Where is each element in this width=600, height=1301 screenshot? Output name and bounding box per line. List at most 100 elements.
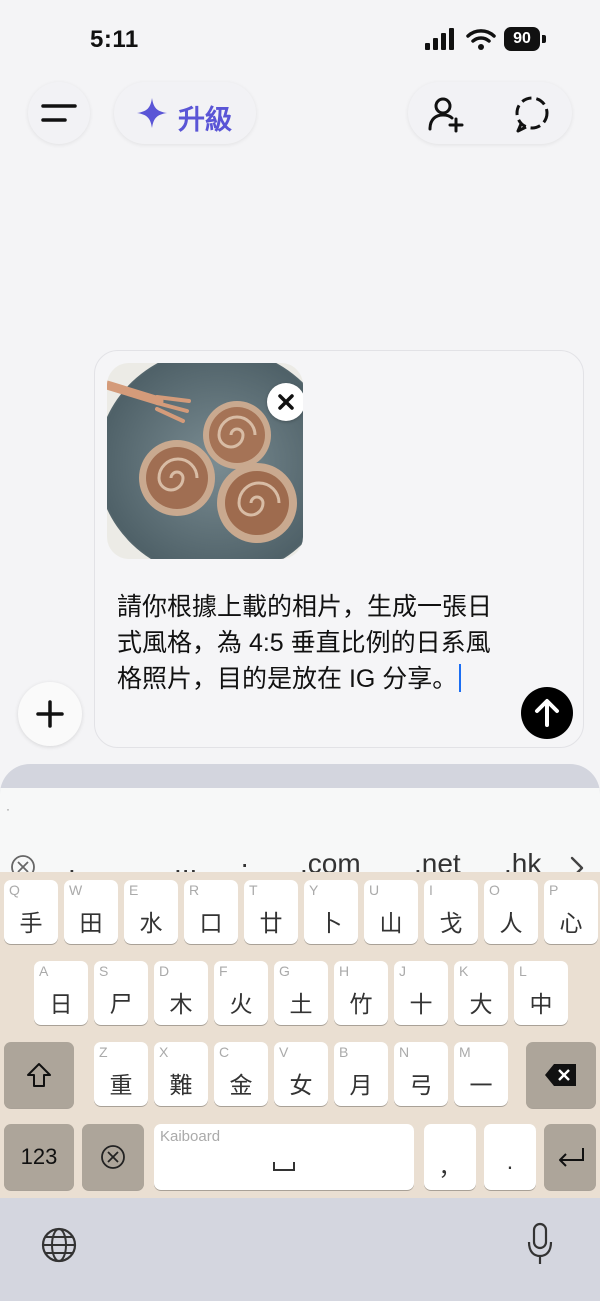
key-glyph: 中 [529, 991, 553, 1017]
period-key[interactable]: . [484, 1124, 536, 1190]
key-hint: D [159, 963, 170, 979]
key-glyph: 月 [349, 1072, 373, 1098]
keyboard-bottom-bar [0, 1198, 600, 1301]
status-bar: 5:11 90 [0, 0, 600, 80]
key-glyph: 木 [169, 991, 193, 1017]
key-l[interactable]: L中 [514, 961, 568, 1025]
key-hint: Q [9, 882, 20, 898]
close-icon [278, 394, 294, 410]
message-composer[interactable]: 請你根據上載的相片，生成一張日式風格，為 4:5 垂直比例的日系風格照片，目的是… [94, 350, 584, 748]
key-glyph: 山 [379, 910, 403, 936]
key-hint: X [159, 1044, 169, 1060]
key-hint: P [549, 882, 559, 898]
key-glyph: 一 [469, 1072, 493, 1098]
key-hint: M [459, 1044, 471, 1060]
return-key[interactable] [544, 1124, 596, 1190]
arrow-up-icon [535, 699, 559, 727]
add-attachment-button[interactable] [18, 682, 82, 746]
space-key[interactable]: Kaiboard [154, 1124, 414, 1190]
key-glyph: 水 [139, 910, 163, 936]
numbers-key[interactable]: 123 [4, 1124, 74, 1190]
key-e[interactable]: E水 [124, 880, 178, 944]
key-m[interactable]: M一 [454, 1042, 508, 1106]
battery-indicator: 90 [504, 27, 548, 51]
keyboard-indicator-dot: · [6, 802, 10, 816]
backspace-icon [545, 1064, 576, 1086]
key-hint: R [189, 882, 200, 898]
key-glyph: 大 [469, 991, 493, 1017]
key-a[interactable]: A日 [34, 961, 88, 1025]
key-p[interactable]: P心 [544, 880, 598, 944]
key-glyph: 田 [79, 910, 103, 936]
microphone-icon[interactable] [526, 1222, 554, 1266]
key-v[interactable]: V女 [274, 1042, 328, 1106]
key-o[interactable]: O人 [484, 880, 538, 944]
key-d[interactable]: D木 [154, 961, 208, 1025]
key-q[interactable]: Q手 [4, 880, 58, 944]
key-hint: H [339, 963, 350, 979]
key-g[interactable]: G土 [274, 961, 328, 1025]
key-hint: L [519, 963, 527, 979]
key-hint: U [369, 882, 380, 898]
battery-level: 90 [504, 27, 540, 51]
key-u[interactable]: U山 [364, 880, 418, 944]
key-glyph: 尸 [109, 991, 133, 1017]
message-input[interactable]: 請你根據上載的相片，生成一張日式風格，為 4:5 垂直比例的日系風格照片，目的是… [117, 589, 497, 697]
key-hint: N [399, 1044, 410, 1060]
key-t[interactable]: T廿 [244, 880, 298, 944]
temporary-chat-icon[interactable] [512, 94, 552, 134]
clear-circle-icon [101, 1145, 125, 1169]
key-hint: V [279, 1044, 289, 1060]
key-glyph: 卜 [319, 910, 343, 936]
key-glyph: 口 [199, 910, 223, 936]
message-text: 請你根據上載的相片，生成一張日式風格，為 4:5 垂直比例的日系風格照片，目的是… [117, 593, 493, 693]
key-s[interactable]: S尸 [94, 961, 148, 1025]
key-w[interactable]: W田 [64, 880, 118, 944]
key-y[interactable]: Y卜 [304, 880, 358, 944]
key-glyph: 火 [229, 991, 253, 1017]
key-j[interactable]: J十 [394, 961, 448, 1025]
menu-button[interactable] [28, 82, 90, 144]
key-x[interactable]: X難 [154, 1042, 208, 1106]
space-key-label: Kaiboard [160, 1128, 221, 1145]
send-button[interactable] [521, 687, 573, 739]
backspace-key[interactable] [526, 1042, 596, 1108]
key-glyph: 日 [49, 991, 73, 1017]
key-r[interactable]: R口 [184, 880, 238, 944]
key-c[interactable]: C金 [214, 1042, 268, 1106]
space-icon [273, 1162, 295, 1171]
shift-icon [27, 1063, 51, 1087]
period-key-label: . [506, 1148, 514, 1174]
key-h[interactable]: H竹 [334, 961, 388, 1025]
key-glyph: 心 [559, 910, 583, 936]
numbers-key-label: 123 [20, 1144, 58, 1169]
upgrade-label: 升級 [178, 105, 232, 135]
shift-key[interactable] [4, 1042, 74, 1108]
remove-photo-button[interactable] [267, 383, 303, 421]
clear-key[interactable] [82, 1124, 144, 1190]
key-b[interactable]: B月 [334, 1042, 388, 1106]
key-glyph: 金 [229, 1072, 253, 1098]
key-hint: T [249, 882, 258, 898]
key-glyph: 難 [169, 1072, 193, 1098]
globe-icon[interactable] [40, 1226, 78, 1264]
key-f[interactable]: F火 [214, 961, 268, 1025]
comma-key[interactable]: ， [424, 1124, 476, 1190]
key-glyph: 女 [289, 1072, 313, 1098]
key-glyph: 土 [289, 991, 313, 1017]
key-i[interactable]: I戈 [424, 880, 478, 944]
key-glyph: 竹 [349, 991, 373, 1017]
key-k[interactable]: K大 [454, 961, 508, 1025]
key-z[interactable]: Z重 [94, 1042, 148, 1106]
key-n[interactable]: N弓 [394, 1042, 448, 1106]
comma-key-label: ， [438, 1154, 462, 1180]
add-person-icon[interactable] [426, 94, 466, 134]
key-glyph: 重 [109, 1072, 133, 1098]
key-hint: J [399, 963, 406, 979]
plus-icon [36, 700, 64, 728]
wifi-icon [466, 29, 496, 50]
key-hint: B [339, 1044, 349, 1060]
key-hint: W [69, 882, 83, 898]
text-caret [459, 664, 462, 692]
upgrade-button[interactable]: 升級 [114, 82, 256, 144]
